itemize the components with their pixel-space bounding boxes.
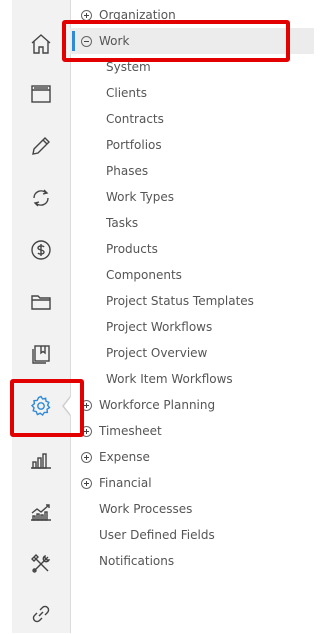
menu-item-work-processes[interactable]: Work Processes (70, 496, 320, 522)
active-section-caret (62, 396, 71, 416)
submenu-item-work-types[interactable]: Work Types (70, 184, 320, 210)
menu-item-label: Work (99, 34, 130, 48)
submenu-item-label: Work Types (106, 190, 175, 204)
submenu-item-clients[interactable]: Clients (70, 80, 320, 106)
folder-icon[interactable] (12, 282, 70, 322)
settings-menu: Organization Work System Clients Contrac… (70, 0, 314, 633)
menu-item-label: Organization (99, 8, 176, 22)
menu-item-label: Financial (99, 476, 152, 490)
submenu-item-label: Project Status Templates (106, 294, 254, 308)
selected-indicator (72, 31, 75, 51)
menu-item-user-defined-fields[interactable]: User Defined Fields (70, 522, 320, 548)
expand-icon (81, 399, 92, 411)
menu-item-workforce-planning[interactable]: Workforce Planning (70, 392, 314, 418)
submenu-item-portfolios[interactable]: Portfolios (70, 132, 320, 158)
submenu-item-project-status-templates[interactable]: Project Status Templates (70, 288, 320, 314)
collapse-icon (81, 35, 92, 47)
bar-chart-icon[interactable] (12, 440, 70, 480)
link-icon[interactable] (12, 594, 70, 634)
expand-icon (81, 477, 92, 489)
menu-item-work[interactable]: Work (70, 28, 314, 54)
submenu-item-contracts[interactable]: Contracts (70, 106, 320, 132)
expand-icon (81, 425, 92, 437)
sync-icon[interactable] (12, 178, 70, 218)
menu-item-timesheet[interactable]: Timesheet (70, 418, 314, 444)
submenu-item-label: Project Workflows (106, 320, 213, 334)
submenu-item-project-overview[interactable]: Project Overview (70, 340, 320, 366)
submenu-item-components[interactable]: Components (70, 262, 320, 288)
menu-item-organization[interactable]: Organization (70, 2, 314, 28)
menu-item-expense[interactable]: Expense (70, 444, 314, 470)
bookmark-book-icon[interactable] (12, 334, 70, 374)
submenu-item-label: Products (106, 242, 158, 256)
submenu-item-label: Project Overview (106, 346, 208, 360)
submenu-item-label: Contracts (106, 112, 164, 126)
line-chart-icon[interactable] (12, 492, 70, 532)
expand-icon (81, 9, 92, 21)
menu-item-label: Notifications (99, 554, 175, 568)
submenu-item-label: Portfolios (106, 138, 162, 152)
dollar-icon[interactable] (12, 230, 70, 270)
submenu-item-products[interactable]: Products (70, 236, 320, 262)
submenu-item-tasks[interactable]: Tasks (70, 210, 320, 236)
icon-rail (12, 0, 71, 633)
menu-item-label: Workforce Planning (99, 398, 216, 412)
submenu-item-work-item-workflows[interactable]: Work Item Workflows (70, 366, 320, 392)
submenu-item-label: Components (106, 268, 182, 282)
menu-item-label: Timesheet (99, 424, 162, 438)
pencil-icon[interactable] (12, 126, 70, 166)
menu-item-label: Expense (99, 450, 150, 464)
submenu-item-label: System (106, 60, 151, 74)
menu-item-notifications[interactable]: Notifications (70, 548, 320, 574)
browser-window-icon[interactable] (12, 74, 70, 114)
submenu-item-label: Tasks (106, 216, 139, 230)
submenu-item-label: Work Item Workflows (106, 372, 233, 386)
tools-icon[interactable] (12, 544, 70, 584)
left-edge (0, 0, 12, 633)
menu-item-label: Work Processes (99, 502, 193, 516)
menu-item-financial[interactable]: Financial (70, 470, 314, 496)
menu-item-label: User Defined Fields (99, 528, 215, 542)
home-icon[interactable] (12, 24, 70, 64)
submenu-item-project-workflows[interactable]: Project Workflows (70, 314, 320, 340)
submenu-item-label: Phases (106, 164, 149, 178)
expand-icon (81, 451, 92, 463)
submenu-item-label: Clients (106, 86, 147, 100)
submenu-item-system[interactable]: System (70, 54, 320, 80)
submenu-item-phases[interactable]: Phases (70, 158, 320, 184)
